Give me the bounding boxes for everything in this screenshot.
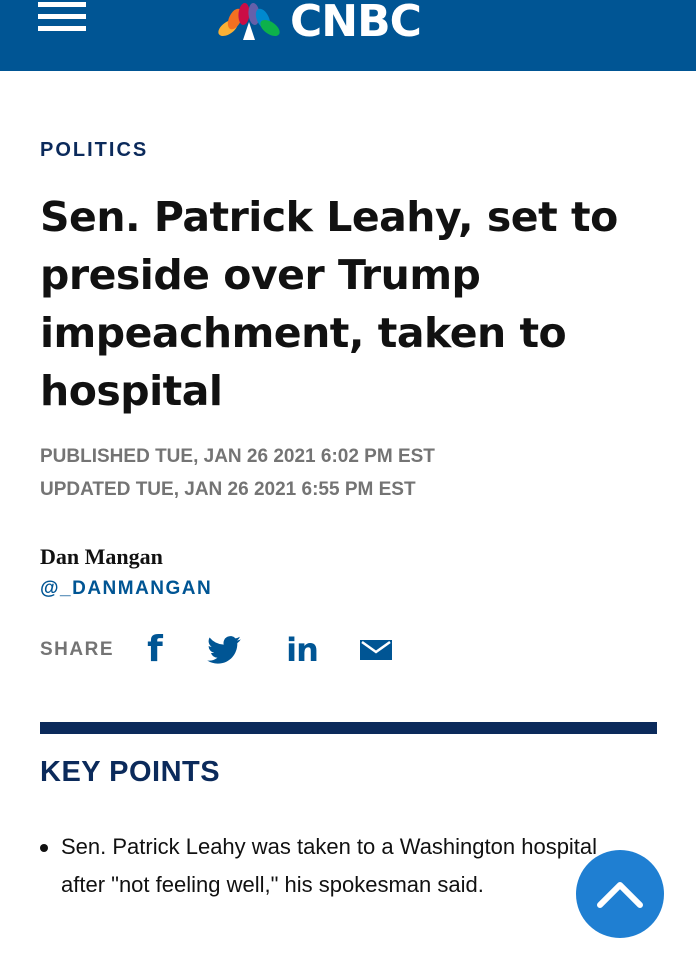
section-label[interactable]: POLITICS [40, 139, 148, 162]
author-twitter-handle[interactable]: @_DANMANGAN [40, 578, 212, 600]
article-headline: Sen. Patrick Leahy, set to preside over … [40, 193, 618, 415]
share-label: SHARE [40, 639, 115, 660]
hamburger-menu-icon[interactable] [38, 2, 86, 32]
scroll-to-top-button[interactable] [576, 850, 664, 938]
peacock-icon [218, 3, 280, 40]
article-dates: PUBLISHED TUE, JAN 26 2021 6:02 PM EST U… [40, 440, 435, 506]
twitter-icon[interactable] [204, 636, 244, 664]
logo-wordmark: CNBC [290, 0, 422, 47]
linkedin-icon[interactable]: in [282, 634, 322, 666]
email-icon[interactable] [358, 639, 394, 661]
share-bar: SHARE f in [40, 628, 394, 672]
bullet-icon [40, 844, 48, 852]
facebook-icon[interactable]: f [140, 632, 170, 668]
key-point-text: Sen. Patrick Leahy was taken to a Washin… [61, 834, 598, 897]
linkedin-glyph: in [286, 631, 319, 669]
key-points-list: Sen. Patrick Leahy was taken to a Washin… [40, 828, 640, 904]
cnbc-logo[interactable]: CNBC [214, 0, 422, 47]
top-navigation-bar: CNBC [0, 0, 696, 71]
key-points-divider [40, 722, 657, 734]
author-name[interactable]: Dan Mangan [40, 544, 163, 570]
chevron-up-icon [597, 882, 643, 908]
key-point-item: Sen. Patrick Leahy was taken to a Washin… [40, 828, 640, 904]
published-date: PUBLISHED TUE, JAN 26 2021 6:02 PM EST [40, 446, 435, 467]
facebook-glyph: f [147, 629, 163, 670]
updated-date: UPDATED TUE, JAN 26 2021 6:55 PM EST [40, 479, 416, 500]
key-points-title: KEY POINTS [40, 756, 221, 788]
